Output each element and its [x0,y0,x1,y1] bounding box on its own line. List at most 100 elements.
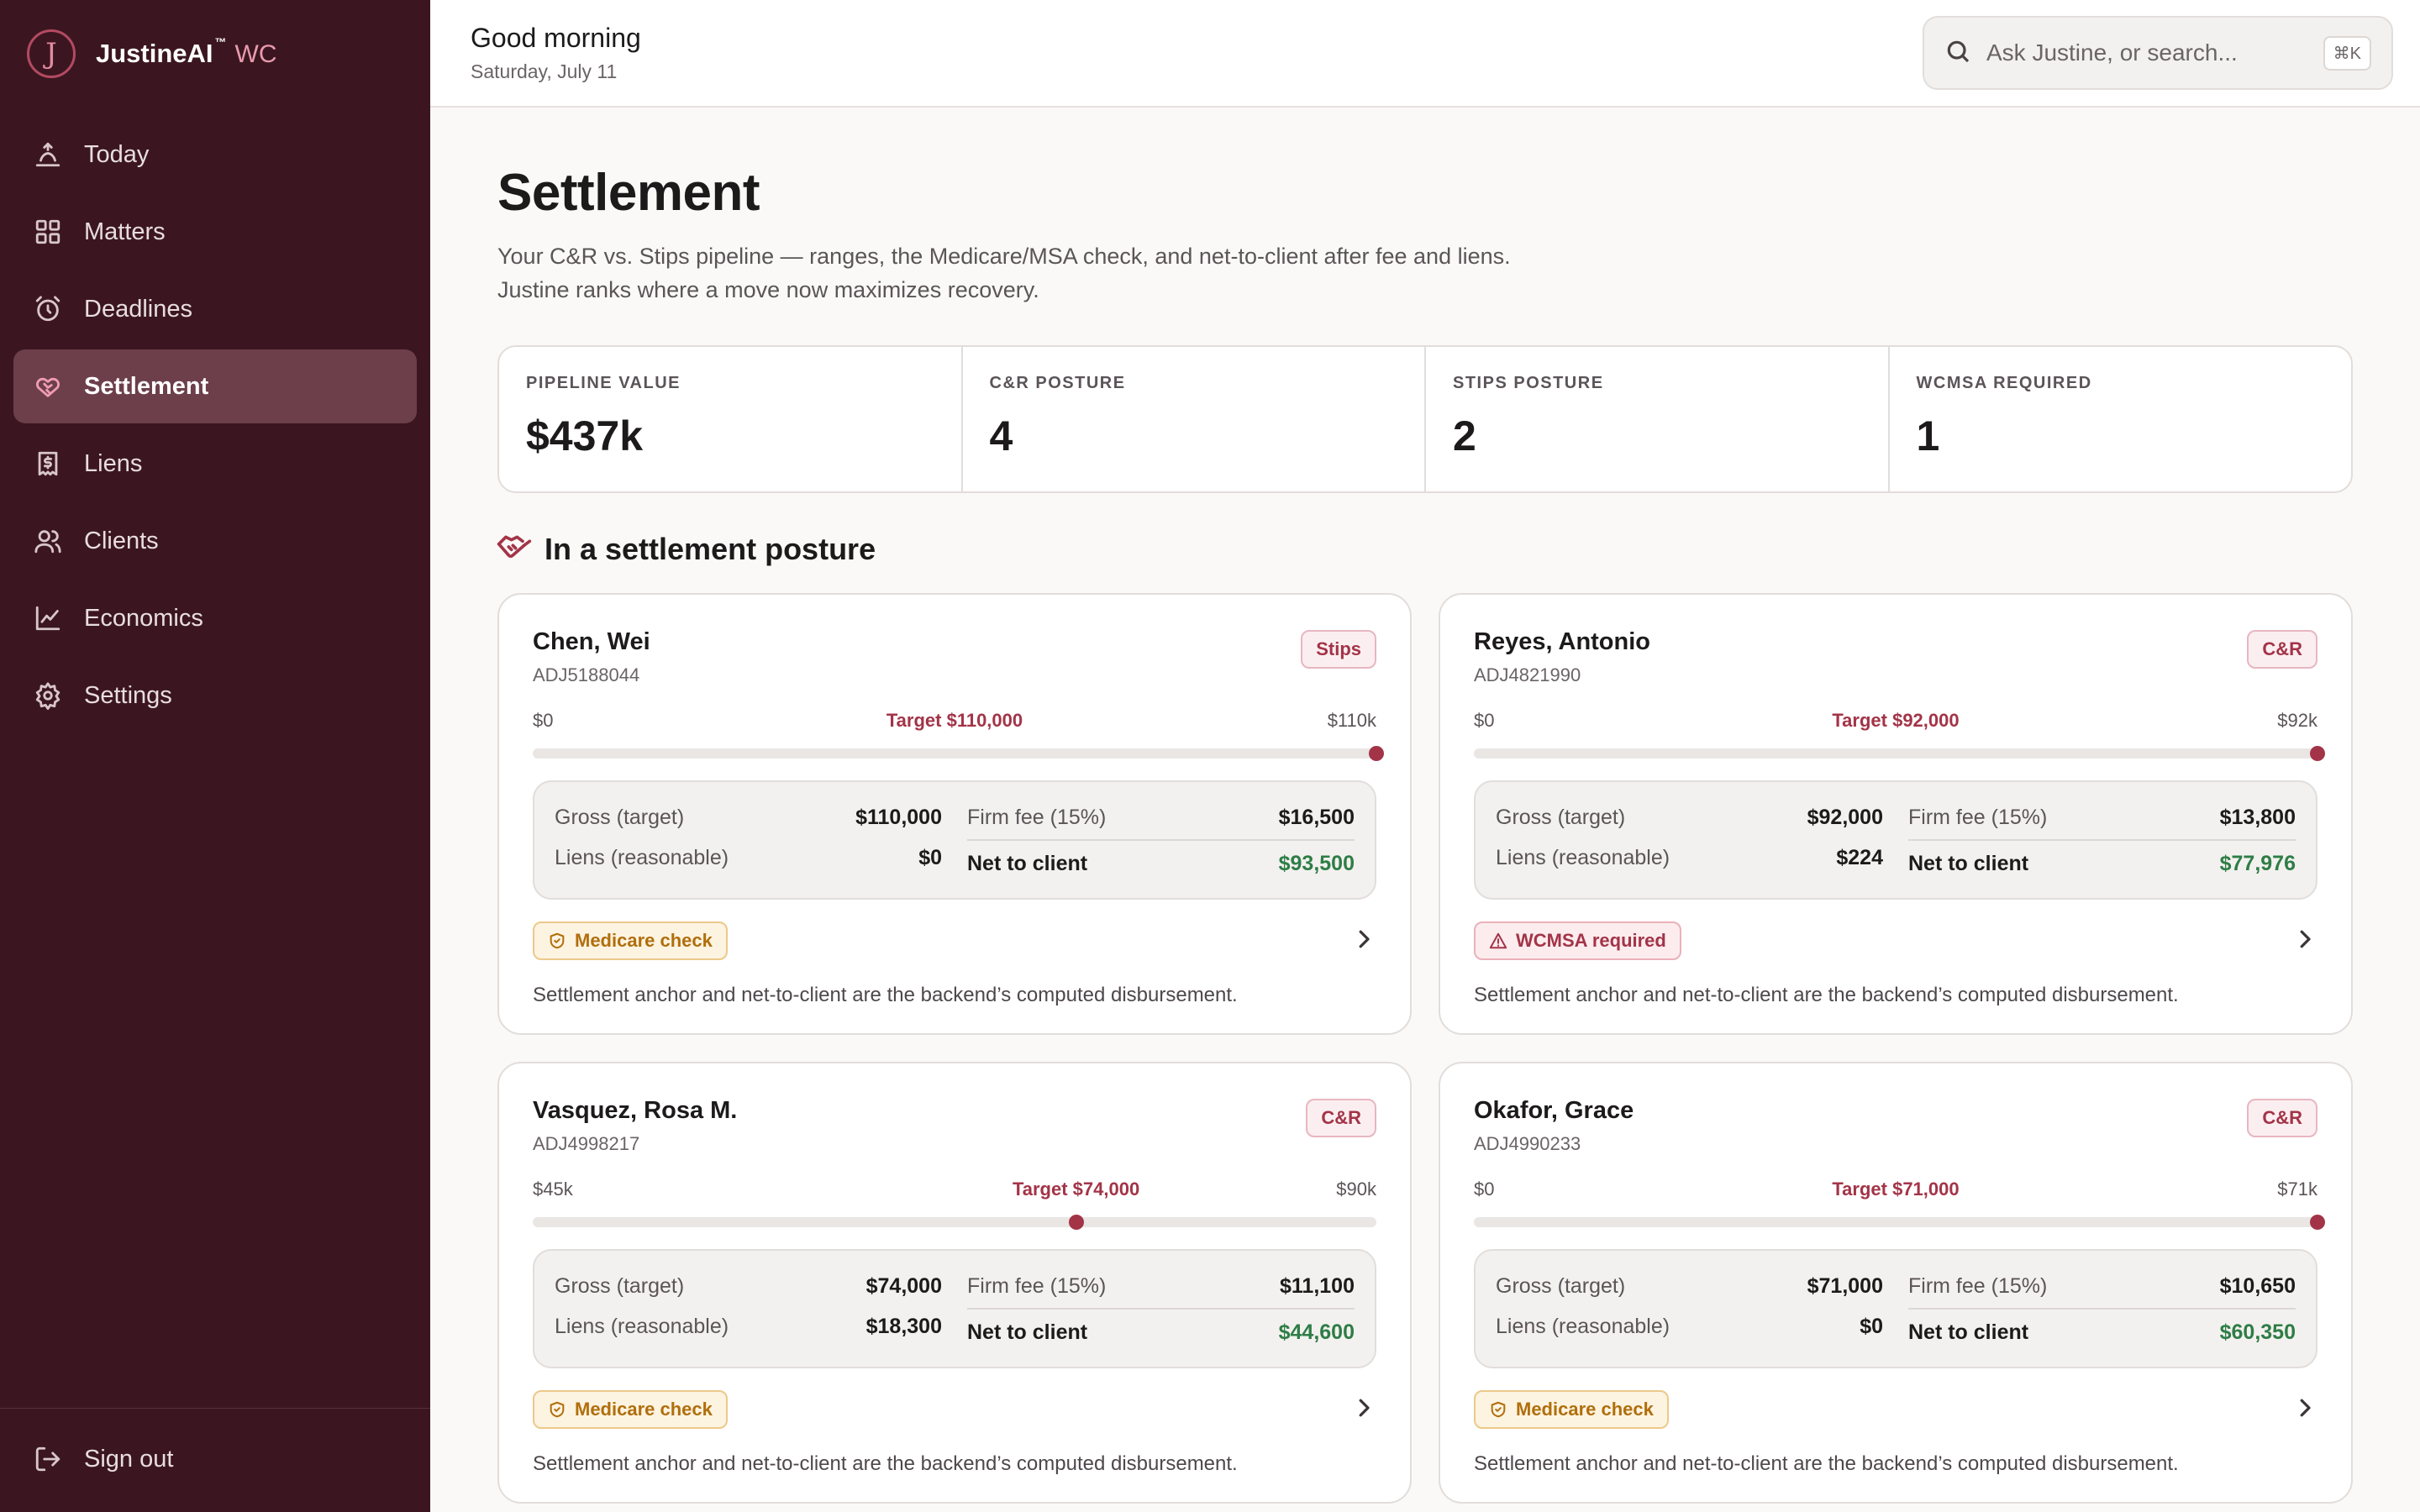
liens-label: Liens (reasonable) [1496,1314,1670,1338]
search-input[interactable] [1986,39,2323,66]
compliance-badge-label: Medicare check [575,930,713,951]
chevron-right-icon[interactable] [2292,1395,2317,1425]
fee-label: Firm fee (15%) [967,805,1107,829]
page-title: Settlement [497,164,760,222]
net-value: $93,500 [1278,851,1355,875]
posture-badge: Stips [1301,630,1376,669]
range-track [1474,1215,2325,1230]
net-row: Net to client $60,350 [1908,1308,2296,1355]
card-footer: Medicare check [1474,1390,2317,1429]
card-note: Settlement anchor and net-to-client are … [1474,1452,2179,1475]
handshake-icon [496,530,533,568]
liens-label: Liens (reasonable) [555,1314,729,1338]
fee-value: $10,650 [2219,1273,2296,1298]
gross-value: $74,000 [865,1273,942,1298]
matter-card[interactable]: Okafor, Grace ADJ4990233 C&R $0 Target $… [1439,1062,2353,1504]
stat-value: 4 [989,412,1013,459]
range-labels: $45k Target $74,000 $90k [533,1179,1376,1200]
net-value: $77,976 [2219,851,2296,875]
disbursement-figures: Gross (target) $71,000 Liens (reasonable)… [1474,1249,2317,1368]
client-name: Reyes, Antonio [1474,628,1651,655]
net-row: Net to client $77,976 [1908,839,2296,886]
range-min: $45k [533,1179,573,1200]
range-max: $92k [2277,710,2317,731]
brand-product: WC [234,40,277,68]
range-track [533,1215,1376,1230]
brand[interactable]: J JustineAI ™ WC [0,0,430,108]
chevron-right-icon[interactable] [1351,1395,1376,1425]
liens-label: Liens (reasonable) [1496,845,1670,869]
gear-icon [34,681,62,710]
today-icon [34,140,62,169]
top-bar: Good morning Saturday, July 11 ⌘K [430,0,2420,108]
stat-pipeline-value: PIPELINE VALUE $437k [499,347,963,491]
figures-right: Firm fee (15%) $10,650 Net to client $60,3… [1908,1251,2296,1367]
matter-card[interactable]: Vasquez, Rosa M. ADJ4998217 C&R $45k Tar… [497,1062,1412,1504]
sidebar-item-settlement[interactable]: Settlement [13,349,417,423]
card-footer: Medicare check [533,1390,1376,1429]
chevron-right-icon[interactable] [2292,927,2317,956]
matter-card-grid: Chen, Wei ADJ5188044 Stips $0 Target $11… [497,593,2353,1504]
sidebar-item-clients[interactable]: Clients [13,504,417,578]
card-title-block: Reyes, Antonio ADJ4821990 [1474,628,1650,686]
net-label: Net to client [1908,1320,2029,1344]
net-label: Net to client [1908,851,2029,875]
search-shortcut-hint: ⌘K [2323,35,2371,71]
brand-logo: J [27,29,76,78]
compliance-badge: WCMSA required [1474,921,1681,960]
sidebar-item-matters[interactable]: Matters [13,195,417,269]
fee-value: $13,800 [2219,805,2296,829]
greeting: Good morning [471,23,641,53]
liens-value: $0 [918,845,942,869]
sign-out-icon [34,1445,62,1473]
range-target-label: Target $110,000 [886,710,1023,731]
figures-left: Gross (target) $110,000 Liens (reasonable… [555,782,967,898]
sign-out-button[interactable]: Sign out [13,1422,417,1496]
sidebar-item-settings[interactable]: Settings [13,659,417,732]
sidebar-item-label: Today [84,140,150,168]
sidebar-item-deadlines[interactable]: Deadlines [13,272,417,346]
figures-right: Firm fee (15%) $11,100 Net to client $44,6… [967,1251,1355,1367]
gross-label: Gross (target) [555,805,685,829]
card-note: Settlement anchor and net-to-client are … [533,984,1238,1006]
range-min: $0 [533,710,554,731]
range-labels: $0 Target $71,000 $71k [1474,1179,2317,1200]
fee-label: Firm fee (15%) [1908,805,2048,829]
sidebar-item-label: Settlement [84,372,209,400]
card-header: Okafor, Grace ADJ4990233 C&R [1474,1097,2317,1155]
gross-row: Gross (target) $110,000 [555,797,942,837]
shield-check-icon [1489,1400,1516,1419]
card-note: Settlement anchor and net-to-client are … [533,1452,1238,1475]
fee-value: $16,500 [1278,805,1355,829]
sidebar-item-economics[interactable]: Economics [13,581,417,655]
net-label: Net to client [967,851,1088,875]
liens-row: Liens (reasonable) $18,300 [555,1306,942,1347]
disbursement-figures: Gross (target) $74,000 Liens (reasonable)… [533,1249,1376,1368]
posture-badge: C&R [2247,630,2317,669]
gross-value: $110,000 [855,805,942,829]
net-value: $60,350 [2219,1320,2296,1344]
figures-right: Firm fee (15%) $16,500 Net to client $93,5… [967,782,1355,898]
stat-stips-posture: STIPS POSTURE 2 [1426,347,1890,491]
sidebar-item-liens[interactable]: Liens [13,427,417,501]
matter-card[interactable]: Reyes, Antonio ADJ4821990 C&R $0 Target … [1439,593,2353,1035]
matter-card[interactable]: Chen, Wei ADJ5188044 Stips $0 Target $11… [497,593,1412,1035]
sidebar-footer: Sign out [0,1408,430,1512]
card-header: Vasquez, Rosa M. ADJ4998217 C&R [533,1097,1376,1155]
compliance-badge: Medicare check [1474,1390,1669,1429]
range-target-label: Target $71,000 [1832,1179,1960,1200]
sidebar-item-today[interactable]: Today [13,118,417,192]
grid-icon [34,218,62,246]
range-max: $71k [2277,1179,2317,1200]
section-title: In a settlement posture [544,531,876,566]
sidebar-item-label: Deadlines [84,295,192,323]
sidebar: J JustineAI ™ WC Today Matters Deadlines… [0,0,430,1512]
range-max: $90k [1336,1179,1376,1200]
gross-value: $92,000 [1807,805,1883,829]
sign-out-label: Sign out [84,1445,174,1473]
compliance-badge-label: Medicare check [575,1399,713,1420]
stat-value: 2 [1453,412,1476,459]
stats-strip: PIPELINE VALUE $437k C&R POSTURE 4 STIPS… [497,345,2353,493]
chevron-right-icon[interactable] [1351,927,1376,956]
search-box[interactable]: ⌘K [1923,16,2393,90]
